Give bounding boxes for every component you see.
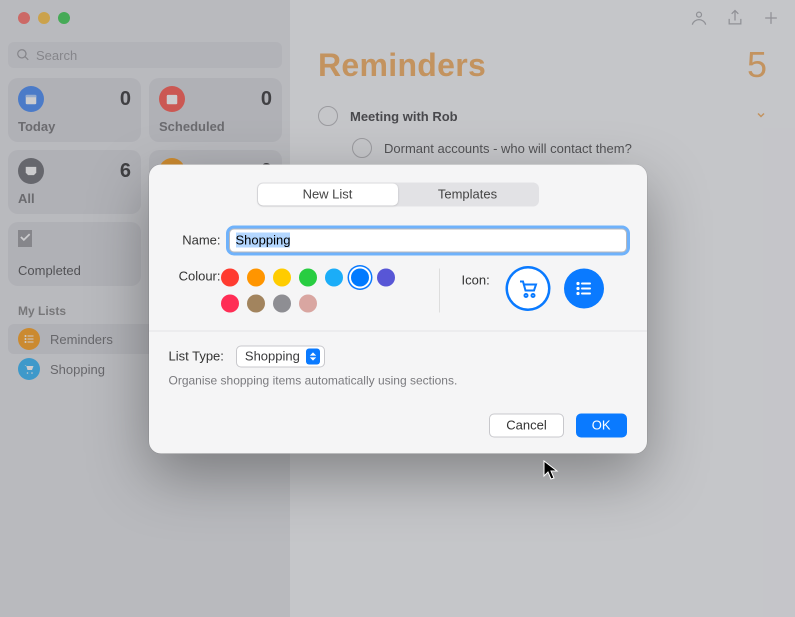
ok-button[interactable]: OK xyxy=(576,413,627,437)
icon-choice-cart[interactable] xyxy=(508,268,548,308)
icon-choice-list[interactable] xyxy=(564,268,604,308)
list-type-value: Shopping xyxy=(245,349,300,364)
cancel-button[interactable]: Cancel xyxy=(489,413,563,437)
colour-swatches xyxy=(221,268,411,312)
divider xyxy=(149,330,647,331)
tab-new-list[interactable]: New List xyxy=(258,183,398,205)
list-type-helper: Organise shopping items automatically us… xyxy=(169,373,627,387)
name-input[interactable] xyxy=(229,228,627,252)
colour-swatch[interactable] xyxy=(247,268,265,286)
icon-label: Icon: xyxy=(462,272,490,287)
colour-swatch[interactable] xyxy=(273,268,291,286)
dialog-tabs: New List Templates xyxy=(257,182,539,206)
colour-label: Colour: xyxy=(169,268,221,283)
colour-swatch[interactable] xyxy=(325,268,343,286)
colour-swatch[interactable] xyxy=(351,268,369,286)
name-label: Name: xyxy=(169,233,221,248)
colour-swatch[interactable] xyxy=(221,294,239,312)
list-type-select[interactable]: Shopping xyxy=(236,345,325,367)
colour-swatch[interactable] xyxy=(221,268,239,286)
select-arrows-icon xyxy=(306,348,320,364)
colour-swatch[interactable] xyxy=(273,294,291,312)
tab-templates[interactable]: Templates xyxy=(398,183,538,205)
colour-swatch[interactable] xyxy=(299,268,317,286)
colour-swatch[interactable] xyxy=(247,294,265,312)
new-list-dialog: New List Templates Name: Colour: Icon: xyxy=(149,164,647,453)
list-type-label: List Type: xyxy=(169,349,224,364)
colour-swatch[interactable] xyxy=(377,268,395,286)
colour-swatch[interactable] xyxy=(299,294,317,312)
